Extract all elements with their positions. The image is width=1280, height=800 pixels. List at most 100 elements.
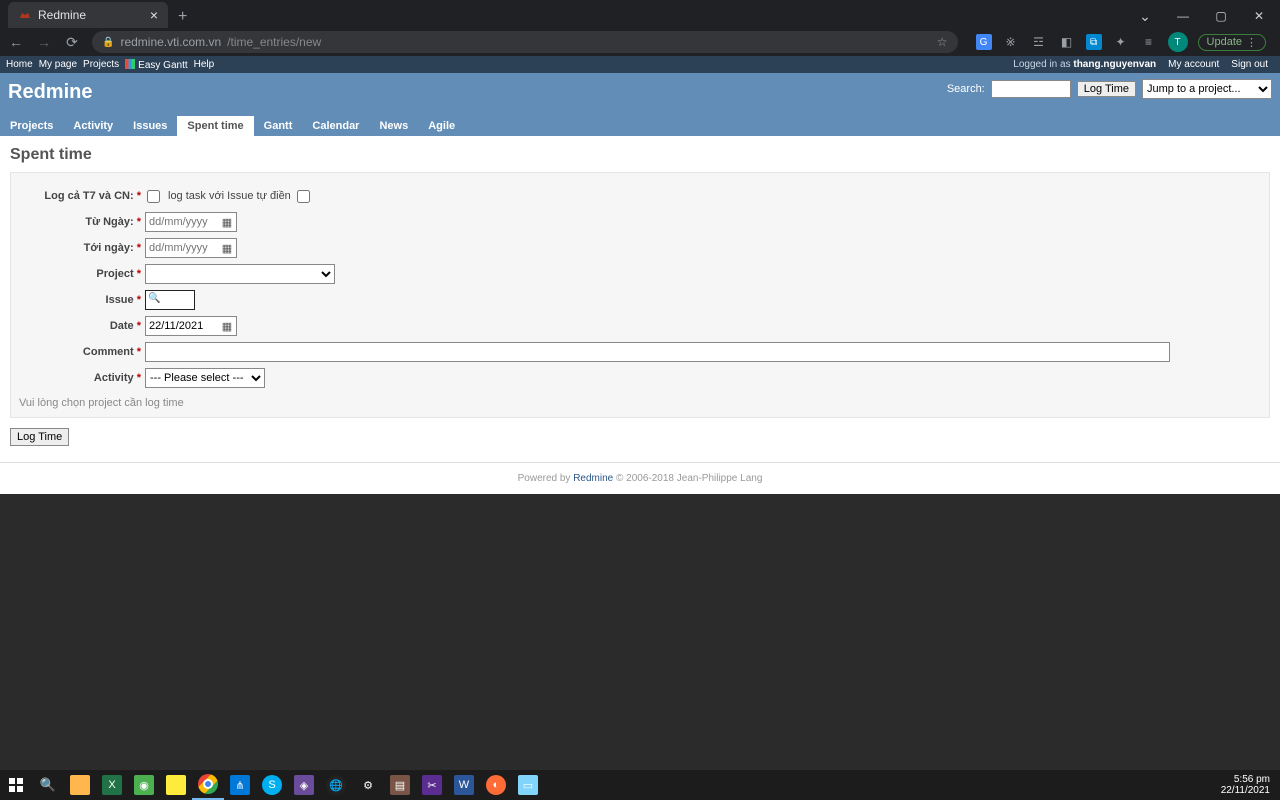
topmenu-mypage[interactable]: My page: [39, 59, 77, 70]
profile-avatar[interactable]: T: [1168, 32, 1188, 52]
calendar-icon[interactable]: ▦: [218, 216, 236, 229]
topmenu-myaccount[interactable]: My account: [1168, 59, 1219, 70]
comment-input[interactable]: [145, 342, 1170, 362]
footer: Powered by Redmine © 2006-2018 Jean-Phil…: [0, 462, 1280, 494]
checkbox-weekend[interactable]: [147, 190, 160, 203]
chevron-down-icon[interactable]: ⌄: [1128, 4, 1162, 28]
chrome-icon[interactable]: [192, 770, 224, 800]
label-auto-issue: log task với Issue tự điền: [168, 190, 291, 202]
footer-redmine-link[interactable]: Redmine: [573, 473, 613, 484]
ext-icon-4[interactable]: ◧: [1058, 33, 1076, 51]
checkbox-auto-issue[interactable]: [297, 190, 310, 203]
nav-back-icon[interactable]: ←: [8, 34, 24, 50]
start-button[interactable]: [0, 770, 32, 800]
app-green-icon[interactable]: ◉: [128, 770, 160, 800]
tab-activity[interactable]: Activity: [63, 116, 123, 136]
label-weekend: Log cả T7 và CN: *: [19, 190, 141, 202]
url-bar: ← → ⟳ 🔒 redmine.vti.com.vn/time_entries/…: [0, 28, 1280, 56]
row-activity: Activity * --- Please select ---: [19, 367, 1261, 389]
logged-in-label: Logged in as thang.nguyenvan: [1013, 59, 1162, 70]
header-log-time-button[interactable]: Log Time: [1077, 81, 1136, 97]
tab-spent-time[interactable]: Spent time: [177, 116, 253, 136]
topmenu-projects[interactable]: Projects: [83, 59, 119, 70]
nav-reload-icon[interactable]: ⟳: [64, 34, 80, 51]
tab-issues[interactable]: Issues: [123, 116, 177, 136]
calendar-icon[interactable]: ▦: [218, 242, 236, 255]
tab-projects[interactable]: Projects: [0, 116, 63, 136]
taskbar: 🔍 X ◉ ⋔ S ◈ 🌐 ⚙ ▤ ✂ W ◐ ▭ 5:56 pm 22/11/…: [0, 770, 1280, 800]
lock-icon: 🔒: [102, 37, 114, 48]
extensions-puzzle-icon[interactable]: ✦: [1112, 33, 1130, 51]
vscode-icon[interactable]: ⋔: [224, 770, 256, 800]
new-tab-button[interactable]: +: [168, 8, 197, 28]
empty-area: [0, 494, 1280, 644]
taskbar-clock[interactable]: 5:56 pm 22/11/2021: [1221, 774, 1270, 796]
date-input[interactable]: [146, 317, 218, 335]
activity-select[interactable]: --- Please select ---: [145, 368, 265, 388]
snip-icon[interactable]: ✂: [416, 770, 448, 800]
jump-to-project-select[interactable]: Jump to a project...: [1142, 79, 1272, 99]
url-path: /time_entries/new: [227, 35, 321, 49]
username-link[interactable]: thang.nguyenvan: [1073, 59, 1156, 70]
easy-gantt-icon: [125, 59, 135, 69]
tab-calendar[interactable]: Calendar: [302, 116, 369, 136]
window-minimize-icon[interactable]: —: [1166, 4, 1200, 28]
to-date-input[interactable]: [146, 239, 218, 257]
topmenu-home[interactable]: Home: [6, 59, 33, 70]
word-icon[interactable]: W: [448, 770, 480, 800]
tab-agile[interactable]: Agile: [418, 116, 465, 136]
star-icon[interactable]: ☆: [937, 35, 948, 49]
postman-icon[interactable]: ◐: [480, 770, 512, 800]
sticky-notes-icon[interactable]: [160, 770, 192, 800]
page-heading: Spent time: [10, 142, 1270, 172]
taskbar-search-icon[interactable]: 🔍: [32, 770, 64, 800]
label-project: Project *: [19, 268, 141, 280]
search-input[interactable]: [991, 80, 1071, 98]
notes-app-icon[interactable]: ▤: [384, 770, 416, 800]
browser-tab[interactable]: Redmine ×: [8, 2, 168, 28]
google-translate-ext-icon[interactable]: G: [976, 34, 992, 50]
row-from-date: Từ Ngày: * ▦: [19, 211, 1261, 233]
from-date-input[interactable]: [146, 213, 218, 231]
file-explorer-icon[interactable]: [64, 770, 96, 800]
header-right: Search: Log Time Jump to a project...: [947, 79, 1272, 99]
main-menu: Projects Activity Issues Spent time Gant…: [0, 116, 465, 136]
tab-bar: Redmine × + ⌄ — ▢ ✕: [0, 0, 1280, 28]
notepad-icon[interactable]: ▭: [512, 770, 544, 800]
dbeaver-icon[interactable]: ◈: [288, 770, 320, 800]
topmenu-easygantt[interactable]: Easy Gantt: [125, 59, 187, 71]
globe-app-icon[interactable]: 🌐: [320, 770, 352, 800]
settings-icon[interactable]: ⚙: [352, 770, 384, 800]
form-box: Log cả T7 và CN: * log task với Issue tự…: [10, 172, 1270, 418]
search-icon: 🔍: [148, 293, 160, 304]
project-select[interactable]: [145, 264, 335, 284]
submit-log-time-button[interactable]: Log Time: [10, 428, 69, 446]
form-hint: Vui lòng chọn project cần log time: [19, 397, 1261, 409]
ext-icon-2[interactable]: ※: [1002, 33, 1020, 51]
row-weekend: Log cả T7 và CN: * log task với Issue tự…: [19, 185, 1261, 207]
window-maximize-icon[interactable]: ▢: [1204, 4, 1238, 28]
calendar-icon[interactable]: ▦: [218, 320, 236, 333]
tab-news[interactable]: News: [369, 116, 418, 136]
window-controls: ⌄ — ▢ ✕: [1128, 4, 1280, 28]
tab-close-icon[interactable]: ×: [150, 7, 158, 23]
excel-icon[interactable]: X: [96, 770, 128, 800]
browser-update-button[interactable]: Update ⋮: [1198, 34, 1266, 51]
window-close-icon[interactable]: ✕: [1242, 4, 1276, 28]
reading-list-icon[interactable]: ≡: [1140, 33, 1158, 51]
top-menu: Home My page Projects Easy Gantt Help Lo…: [0, 56, 1280, 73]
label-date: Date *: [19, 320, 141, 332]
label-issue: Issue *: [19, 294, 141, 306]
url-host: redmine.vti.com.vn: [120, 35, 221, 49]
tab-gantt[interactable]: Gantt: [254, 116, 303, 136]
row-date: Date * ▦: [19, 315, 1261, 337]
ext-icon-5[interactable]: ⧉: [1086, 34, 1102, 50]
ext-icon-3[interactable]: ☲: [1030, 33, 1048, 51]
topmenu-help[interactable]: Help: [194, 59, 215, 70]
header: Search: Log Time Jump to a project... Re…: [0, 73, 1280, 136]
topmenu-signout[interactable]: Sign out: [1231, 59, 1268, 70]
redmine-favicon-icon: [18, 8, 32, 22]
row-to-date: Tới ngày: * ▦: [19, 237, 1261, 259]
skype-icon[interactable]: S: [256, 770, 288, 800]
url-field[interactable]: 🔒 redmine.vti.com.vn/time_entries/new ☆: [92, 31, 958, 53]
